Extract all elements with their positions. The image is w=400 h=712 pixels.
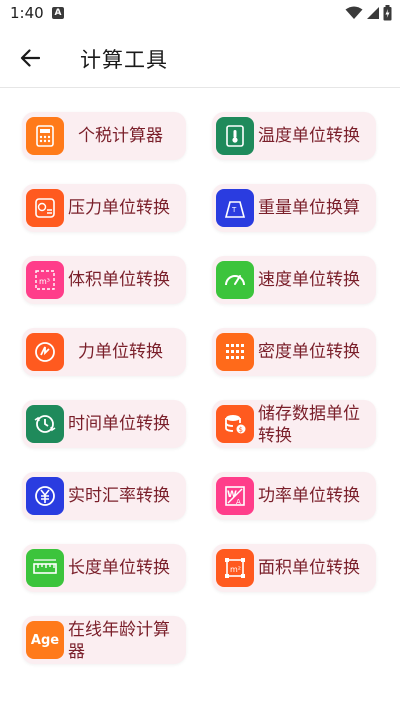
tool-card-weight[interactable]: T 重量单位换算: [212, 184, 376, 232]
svg-text:m²: m²: [230, 565, 241, 574]
tool-card-time[interactable]: 时间单位转换: [22, 400, 186, 448]
age-icon: Age: [26, 621, 64, 659]
status-bar: 1:40 A: [0, 0, 400, 28]
tool-card-age-calculator[interactable]: Age 在线年龄计算器: [22, 616, 186, 664]
tool-label: 长度单位转换: [68, 558, 170, 578]
tool-label: 实时汇率转换: [68, 486, 170, 506]
svg-text:m³: m³: [39, 277, 50, 286]
app-bar: 计算工具: [0, 28, 400, 88]
tool-label: 压力单位转换: [68, 198, 170, 218]
tool-card-storage[interactable]: $ 储存数据单位转换: [212, 400, 376, 448]
status-time: 1:40: [10, 4, 44, 22]
tool-card-speed[interactable]: 速度单位转换: [212, 256, 376, 304]
tool-label: 功率单位转换: [258, 486, 360, 506]
tool-label: 面积单位转换: [258, 558, 360, 578]
force-icon: [26, 333, 64, 371]
tool-card-area[interactable]: m² 面积单位转换: [212, 544, 376, 592]
tool-label: 个税计算器: [78, 126, 163, 146]
tool-label: 重量单位换算: [258, 198, 360, 218]
svg-text:$: $: [239, 426, 243, 434]
svg-text:T: T: [231, 206, 237, 214]
tool-label: 密度单位转换: [258, 342, 360, 362]
pressure-gauge-icon: [26, 189, 64, 227]
volume-cube-icon: m³: [26, 261, 64, 299]
area-icon: m²: [216, 549, 254, 587]
tool-label: 时间单位转换: [68, 414, 170, 434]
tool-card-force[interactable]: 力单位转换: [22, 328, 186, 376]
battery-icon: [383, 5, 392, 21]
svg-text:A: A: [236, 498, 241, 506]
wifi-icon: [345, 6, 363, 19]
tool-label: 在线年龄计算器: [68, 620, 170, 662]
database-icon: $: [216, 405, 254, 443]
notification-badge: A: [52, 7, 64, 19]
signal-icon: [367, 7, 379, 19]
tax-calculator-icon: [26, 117, 64, 155]
tool-card-exchange-rate[interactable]: 实时汇率转换: [22, 472, 186, 520]
ruler-icon: [26, 549, 64, 587]
arrow-left-icon: [20, 49, 40, 67]
tool-card-tax-calculator[interactable]: 个税计算器: [22, 112, 186, 160]
tool-card-length[interactable]: 长度单位转换: [22, 544, 186, 592]
tool-label: 力单位转换: [78, 342, 163, 362]
power-icon: WA: [216, 477, 254, 515]
clock-convert-icon: [26, 405, 64, 443]
currency-exchange-icon: [26, 477, 64, 515]
tool-label: 速度单位转换: [258, 270, 360, 290]
tool-card-volume[interactable]: m³ 体积单位转换: [22, 256, 186, 304]
tool-card-density[interactable]: 密度单位转换: [212, 328, 376, 376]
age-icon-text: Age: [30, 632, 60, 648]
tool-card-temperature[interactable]: 温度单位转换: [212, 112, 376, 160]
page-title: 计算工具: [80, 48, 168, 72]
density-grid-icon: [216, 333, 254, 371]
speedometer-icon: [216, 261, 254, 299]
back-button[interactable]: [14, 42, 46, 74]
tool-label: 体积单位转换: [68, 270, 170, 290]
tool-card-power[interactable]: WA 功率单位转换: [212, 472, 376, 520]
tool-label: 温度单位转换: [258, 126, 360, 146]
weight-icon: T: [216, 189, 254, 227]
thermometer-icon: [216, 117, 254, 155]
tool-label: 储存数据单位转换: [258, 404, 360, 446]
tool-card-pressure[interactable]: 压力单位转换: [22, 184, 186, 232]
status-icons: [345, 5, 392, 21]
